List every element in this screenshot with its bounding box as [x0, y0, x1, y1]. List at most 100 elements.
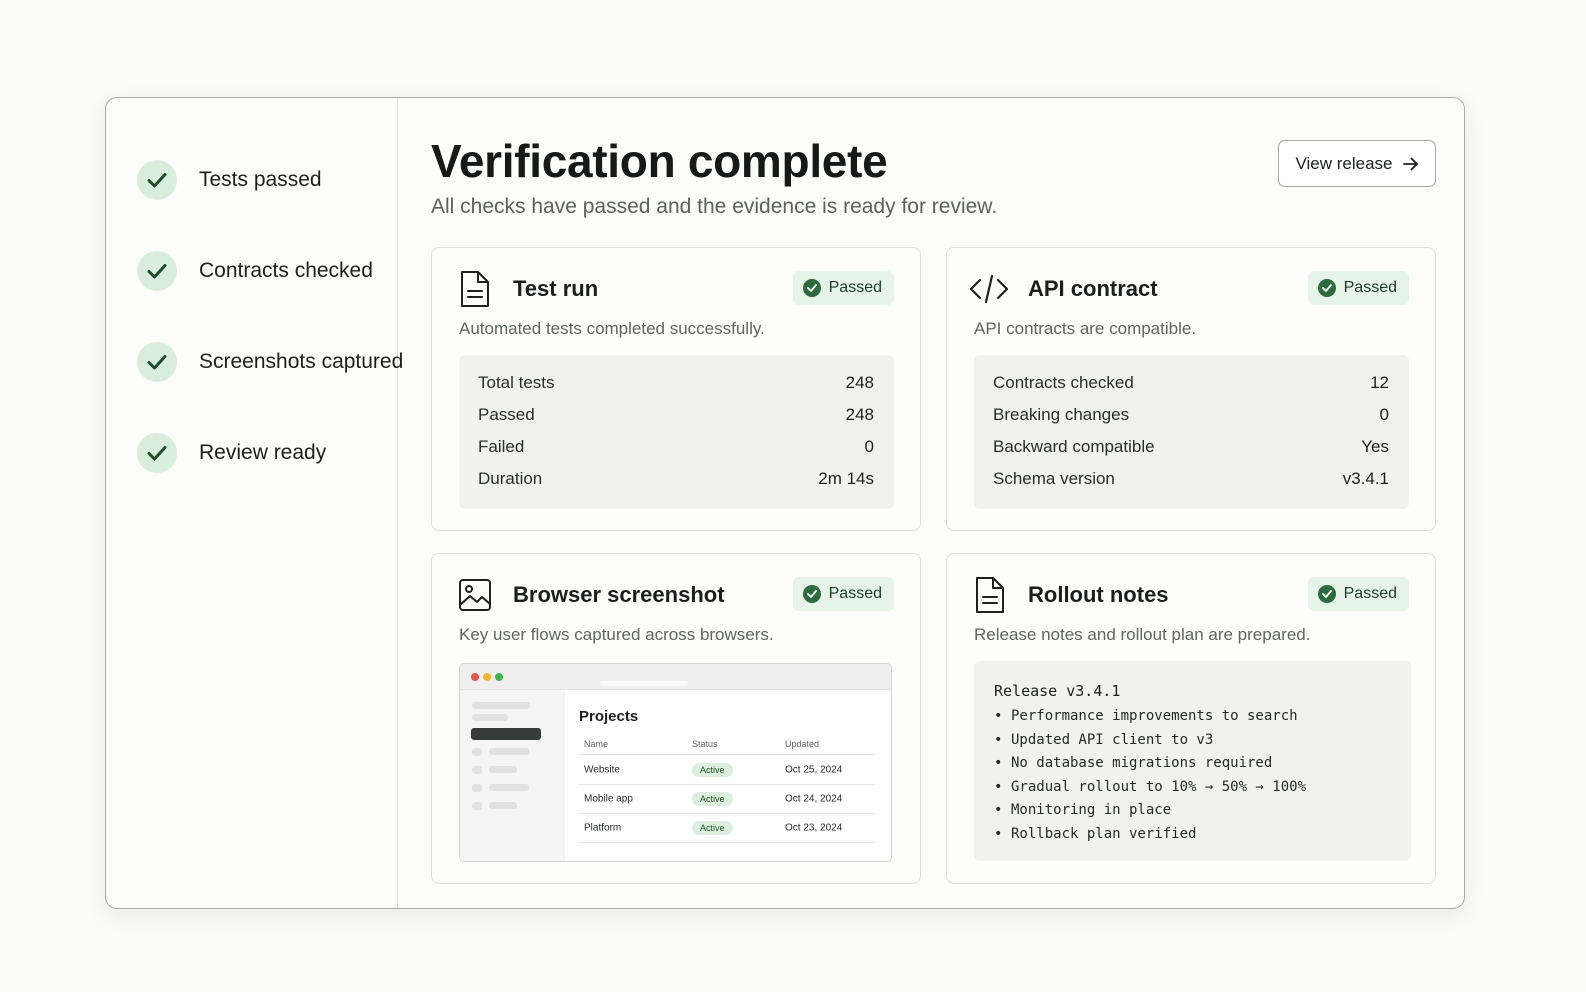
card-title: API contract [1028, 276, 1158, 301]
card-description: Key user flows captured across browsers. [459, 625, 774, 644]
note-text: Updated API client to v3 [1011, 731, 1214, 748]
document-icon [461, 271, 489, 307]
stat-row: Contracts checked 12 [993, 373, 1389, 405]
card-title: Rollout notes [1028, 582, 1169, 607]
verification-window: Tests passed Contracts checked Screensho… [105, 97, 1465, 909]
rollout-notes-card: Rollout notes Passed Release notes and r… [946, 553, 1436, 884]
bullet: • [994, 708, 1003, 724]
stat-value: 248 [845, 405, 874, 424]
card-description: Release notes and rollout plan are prepa… [974, 625, 1311, 644]
note-item: • Updated API client to v3 [994, 729, 1391, 753]
step-tests-passed: Tests passed [137, 160, 322, 200]
code-icon [969, 274, 1009, 304]
check-icon [137, 251, 177, 291]
stat-value: v3.4.1 [1342, 469, 1389, 488]
card-description: Automated tests completed successfully. [459, 319, 765, 338]
stats-panel: Total tests 248 Passed 248 Failed 0 Duratio… [459, 355, 894, 509]
badge-label: Passed [1343, 279, 1397, 296]
card-title: Test run [513, 276, 599, 301]
table-row: Website Active Oct 25, 2024 [579, 756, 875, 785]
cell-name: Mobile app [584, 793, 633, 805]
badge-label: Passed [1343, 585, 1397, 602]
status-badge: Passed [792, 577, 894, 611]
status-pill: Active [692, 792, 733, 806]
stat-label: Duration [478, 469, 543, 488]
placeholder-bar [489, 784, 529, 791]
step-contracts-checked: Contracts checked [137, 251, 373, 291]
browser-toolbar [460, 664, 891, 690]
placeholder-icon [472, 784, 482, 792]
step-label: Tests passed [199, 168, 322, 191]
stat-value: 248 [845, 373, 874, 392]
stat-row: Schema version v3.4.1 [993, 469, 1389, 501]
screenshot-preview[interactable]: Projects Name Status Updated Website Act… [459, 663, 892, 862]
stat-value: 0 [1379, 405, 1389, 424]
cell-name: Platform [584, 822, 622, 834]
document-icon [976, 577, 1004, 613]
table-header: Name Status Updated [579, 733, 875, 755]
placeholder-icon [472, 766, 482, 774]
sidebar: Tests passed Contracts checked Screensho… [106, 98, 403, 908]
arrow-right-icon [1402, 157, 1418, 170]
stat-label: Schema version [993, 469, 1115, 488]
note-item: • Performance improvements to search [994, 705, 1391, 729]
bullet: • [994, 802, 1003, 818]
bullet: • [994, 755, 1003, 771]
check-circle-icon [802, 585, 821, 603]
stat-value: Yes [1361, 437, 1389, 456]
note-text: Gradual rollout to 10% → 50% → 100% [1011, 778, 1307, 795]
badge-label: Passed [828, 279, 882, 296]
stat-row: Backward compatible Yes [993, 437, 1389, 469]
status-badge: Passed [1307, 271, 1409, 305]
main-content: Verification complete All checks have pa… [398, 98, 1464, 908]
table-row: Mobile app Active Oct 24, 2024 [579, 785, 875, 814]
check-icon [137, 433, 177, 473]
stat-label: Breaking changes [993, 405, 1130, 424]
stat-row: Breaking changes 0 [993, 405, 1389, 437]
badge-label: Passed [828, 585, 882, 602]
api-contract-card: API contract Passed API contracts are co… [946, 247, 1436, 531]
card-description: API contracts are compatible. [974, 319, 1197, 338]
status-badge: Passed [792, 271, 894, 305]
release-notes-title: Release v3.4.1 [994, 682, 1121, 700]
view-release-button[interactable]: View release [1278, 140, 1436, 187]
note-text: Rollback plan verified [1011, 825, 1197, 842]
step-review-ready: Review ready [137, 433, 326, 473]
stat-label: Backward compatible [993, 437, 1155, 456]
cell-name: Website [584, 764, 620, 776]
check-circle-icon [802, 279, 821, 297]
note-item: • Rollback plan verified [994, 823, 1391, 847]
column-header: Updated [785, 738, 820, 749]
page-subtitle: All checks have passed and the evidence … [431, 195, 998, 218]
bullet: • [994, 731, 1003, 748]
note-item: • Gradual rollout to 10% → 50% → 100% [994, 776, 1391, 800]
browser-screenshot-card: Browser screenshot Passed Key user flows… [431, 553, 921, 884]
check-icon [137, 160, 177, 200]
preview-content: Projects Name Status Updated Website Act… [579, 690, 875, 861]
bullet: • [994, 778, 1003, 795]
close-dot-icon [471, 673, 479, 681]
step-label: Contracts checked [199, 259, 373, 282]
stat-value: 12 [1370, 373, 1389, 392]
bullet: • [994, 825, 1003, 842]
placeholder-bar [472, 702, 530, 709]
address-bar [600, 681, 688, 686]
stat-row: Failed 0 [478, 437, 874, 469]
column-header: Status [692, 738, 718, 749]
card-title: Browser screenshot [513, 582, 725, 607]
cell-updated: Oct 24, 2024 [785, 793, 843, 805]
placeholder-icon [472, 748, 482, 756]
note-text: No database migrations required [1011, 755, 1273, 771]
note-text: Performance improvements to search [1011, 708, 1298, 724]
preview-sidebar [460, 690, 565, 861]
stat-label: Failed [478, 437, 525, 456]
test-run-card: Test run Passed Automated tests complete… [431, 247, 921, 531]
release-notes-panel: Release v3.4.1 • Performance improvements… [974, 661, 1411, 861]
note-text: Monitoring in place [1011, 802, 1172, 818]
note-item: • Monitoring in place [994, 799, 1391, 823]
image-icon [459, 579, 491, 611]
stats-panel: Contracts checked 12 Breaking changes 0 Ba… [974, 355, 1409, 509]
step-label: Review ready [199, 441, 327, 464]
stat-row: Passed 248 [478, 405, 874, 437]
stat-label: Passed [478, 405, 535, 424]
